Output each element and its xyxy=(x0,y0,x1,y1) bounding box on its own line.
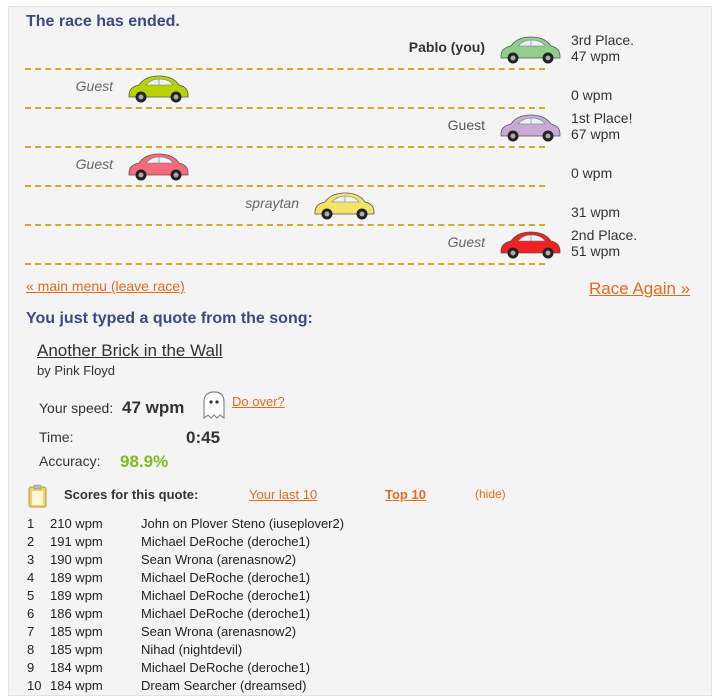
scores-heading: Scores for this quote: xyxy=(64,487,199,502)
speed-label: Your speed: xyxy=(39,400,114,416)
racer-result: 2nd Place. 51 wpm xyxy=(571,227,637,259)
racer-name: Guest xyxy=(447,117,485,133)
score-name: Michael DeRoche (deroche1) xyxy=(141,606,311,621)
score-rank: 1 xyxy=(27,516,35,531)
racer-wpm: 47 wpm xyxy=(571,48,621,64)
racer-place: 1st Place! xyxy=(571,110,633,126)
score-wpm: 189 wpm xyxy=(50,588,103,603)
score-row: 10 184 wpm Dream Searcher (dreamsed) xyxy=(27,678,407,695)
score-wpm: 186 wpm xyxy=(50,606,103,621)
race-ended-heading: The race has ended. xyxy=(26,13,180,30)
score-rank: 8 xyxy=(27,642,35,657)
score-rank: 9 xyxy=(27,660,35,675)
lane-divider xyxy=(25,68,545,70)
clipboard-icon xyxy=(28,484,47,508)
racer-name: Guest xyxy=(75,78,113,94)
score-row: 8 185 wpm Nihad (nightdevil) xyxy=(27,642,407,660)
lane-divider xyxy=(25,146,545,148)
score-row: 4 189 wpm Michael DeRoche (deroche1) xyxy=(27,570,407,588)
time-value: 0:45 xyxy=(186,428,221,447)
score-name: Michael DeRoche (deroche1) xyxy=(141,588,311,603)
hide-scores-link[interactable]: (hide) xyxy=(475,487,506,501)
racer-result: 31 wpm xyxy=(571,188,620,220)
score-row: 5 189 wpm Michael DeRoche (deroche1) xyxy=(27,588,407,606)
racer-wpm: 0 wpm xyxy=(571,87,613,103)
tab-your-last-10[interactable]: Your last 10 xyxy=(249,487,317,502)
racer-car-icon xyxy=(128,75,189,103)
racer-car-icon xyxy=(314,192,375,220)
racer-place xyxy=(571,149,612,165)
racer-place: 3rd Place. xyxy=(571,32,635,48)
score-wpm: 184 wpm xyxy=(50,660,103,675)
racer-place xyxy=(571,71,612,87)
racer-place: 2nd Place. xyxy=(571,227,638,243)
score-row: 7 185 wpm Sean Wrona (arenasnow2) xyxy=(27,624,407,642)
scores-table: 1 210 wpm John on Plover Steno (iuseplover… xyxy=(27,516,407,695)
score-rank: 5 xyxy=(27,588,35,603)
score-name: John on Plover Steno (iuseplover2) xyxy=(141,516,345,531)
score-wpm: 185 wpm xyxy=(50,642,103,657)
lane-divider xyxy=(25,185,545,187)
score-rank: 6 xyxy=(27,606,35,621)
score-wpm: 190 wpm xyxy=(50,552,103,567)
score-wpm: 210 wpm xyxy=(50,516,103,531)
racer-name: Guest xyxy=(75,156,113,172)
race-again-link[interactable]: Race Again » xyxy=(589,279,690,299)
score-row: 1 210 wpm John on Plover Steno (iuseplover… xyxy=(27,516,407,534)
score-row: 6 186 wpm Michael DeRoche (deroche1) xyxy=(27,606,407,624)
score-rank: 3 xyxy=(27,552,35,567)
accuracy-label: Accuracy: xyxy=(39,453,101,469)
tab-top-10[interactable]: Top 10 xyxy=(385,487,426,502)
racer-result: 3rd Place. 47 wpm xyxy=(571,32,634,64)
score-name: Michael DeRoche (deroche1) xyxy=(141,660,311,675)
racer-wpm: 67 wpm xyxy=(571,126,621,142)
score-rank: 2 xyxy=(27,534,35,549)
song-artist: by Pink Floyd xyxy=(37,363,116,378)
accuracy-value: 98.9% xyxy=(120,452,169,471)
racer-car-icon xyxy=(500,231,561,259)
racer-name: spraytan xyxy=(245,195,299,211)
score-wpm: 185 wpm xyxy=(50,624,103,639)
racer-place xyxy=(571,188,620,204)
racer-result: 0 wpm xyxy=(571,149,612,181)
score-name: Michael DeRoche (deroche1) xyxy=(141,570,311,585)
racer-wpm: 31 wpm xyxy=(571,204,621,220)
score-rank: 7 xyxy=(27,624,35,639)
racer-result: 1st Place! 67 wpm xyxy=(571,110,632,142)
song-title-link[interactable]: Another Brick in the Wall xyxy=(37,341,223,361)
score-row: 9 184 wpm Michael DeRoche (deroche1) xyxy=(27,660,407,678)
lane-divider xyxy=(25,263,545,265)
score-row: 3 190 wpm Sean Wrona (arenasnow2) xyxy=(27,552,407,570)
score-name: Sean Wrona (arenasnow2) xyxy=(141,624,297,639)
speed-value: 47 wpm xyxy=(122,398,185,417)
racer-wpm: 0 wpm xyxy=(571,165,613,181)
racer-car-icon xyxy=(500,114,561,142)
score-name: Sean Wrona (arenasnow2) xyxy=(141,552,297,567)
race-results-panel: The race has ended. « main menu (leave r… xyxy=(8,6,712,696)
ghost-icon[interactable] xyxy=(201,390,227,420)
racer-result: 0 wpm xyxy=(571,71,612,103)
lane-divider xyxy=(25,224,545,226)
score-wpm: 191 wpm xyxy=(50,534,103,549)
racer-name: Pablo (you) xyxy=(408,39,485,55)
do-over-link[interactable]: Do over? xyxy=(232,394,285,409)
racer-car-icon xyxy=(500,36,561,64)
racer-car-icon xyxy=(128,153,189,181)
quote-heading: You just typed a quote from the song: xyxy=(26,310,313,327)
time-label: Time: xyxy=(39,429,74,445)
racer-name: Guest xyxy=(447,234,485,250)
racer-wpm: 51 wpm xyxy=(571,243,621,259)
score-row: 2 191 wpm Michael DeRoche (deroche1) xyxy=(27,534,407,552)
score-wpm: 189 wpm xyxy=(50,570,103,585)
main-menu-link[interactable]: « main menu (leave race) xyxy=(26,278,185,294)
lane-divider xyxy=(25,107,545,109)
score-name: Michael DeRoche (deroche1) xyxy=(141,534,311,549)
score-rank: 4 xyxy=(27,570,35,585)
score-name: Nihad (nightdevil) xyxy=(141,642,243,657)
